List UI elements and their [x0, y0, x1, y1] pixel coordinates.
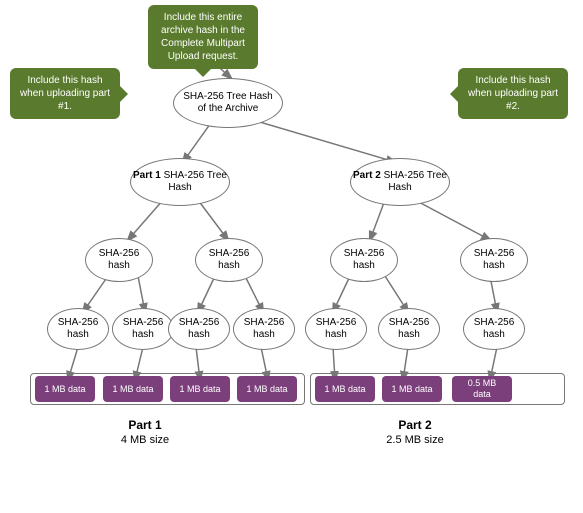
p2-d2: 1 MB data — [382, 376, 442, 402]
p1-d3: 1 MB data — [170, 376, 230, 402]
p2-left-mid-node: SHA-256 hash — [330, 238, 398, 282]
p1-rr-node: SHA-256 hash — [233, 308, 295, 350]
p2-right-node: SHA-256 hash — [460, 238, 528, 282]
p1-rl-node: SHA-256 hash — [168, 308, 230, 350]
callout-right: Include this hash when uploading part #2… — [458, 68, 568, 119]
p1-d1: 1 MB data — [35, 376, 95, 402]
p1-right-mid-node: SHA-256 hash — [195, 238, 263, 282]
p2-lr-node: SHA-256 hash — [378, 308, 440, 350]
p2-d1: 1 MB data — [315, 376, 375, 402]
callout-top: Include this entire archive hash in the … — [148, 5, 258, 69]
part1-label: Part 1 — [80, 418, 210, 432]
p2-d3: 0.5 MB data — [452, 376, 512, 402]
archive-hash-node: SHA-256 Tree Hash of the Archive — [173, 78, 283, 128]
part1-hash-node: Part 1 SHA-256 Tree Hash — [130, 158, 230, 206]
p1-ll-node: SHA-256 hash — [47, 308, 109, 350]
p1-d2: 1 MB data — [103, 376, 163, 402]
part2-size-label: 2.5 MB size — [350, 434, 480, 446]
part2-hash-node: Part 2 SHA-256 Tree Hash — [350, 158, 450, 206]
p2-r-leaf-node: SHA-256 hash — [463, 308, 525, 350]
p1-left-mid-node: SHA-256 hash — [85, 238, 153, 282]
p1-lr-node: SHA-256 hash — [112, 308, 174, 350]
diagram: Include this entire archive hash in the … — [0, 0, 583, 513]
p2-ll-node: SHA-256 hash — [305, 308, 367, 350]
callout-left: Include this hash when uploading part #1… — [10, 68, 120, 119]
part2-label: Part 2 — [350, 418, 480, 432]
p1-d4: 1 MB data — [237, 376, 297, 402]
part1-size-label: 4 MB size — [80, 434, 210, 446]
